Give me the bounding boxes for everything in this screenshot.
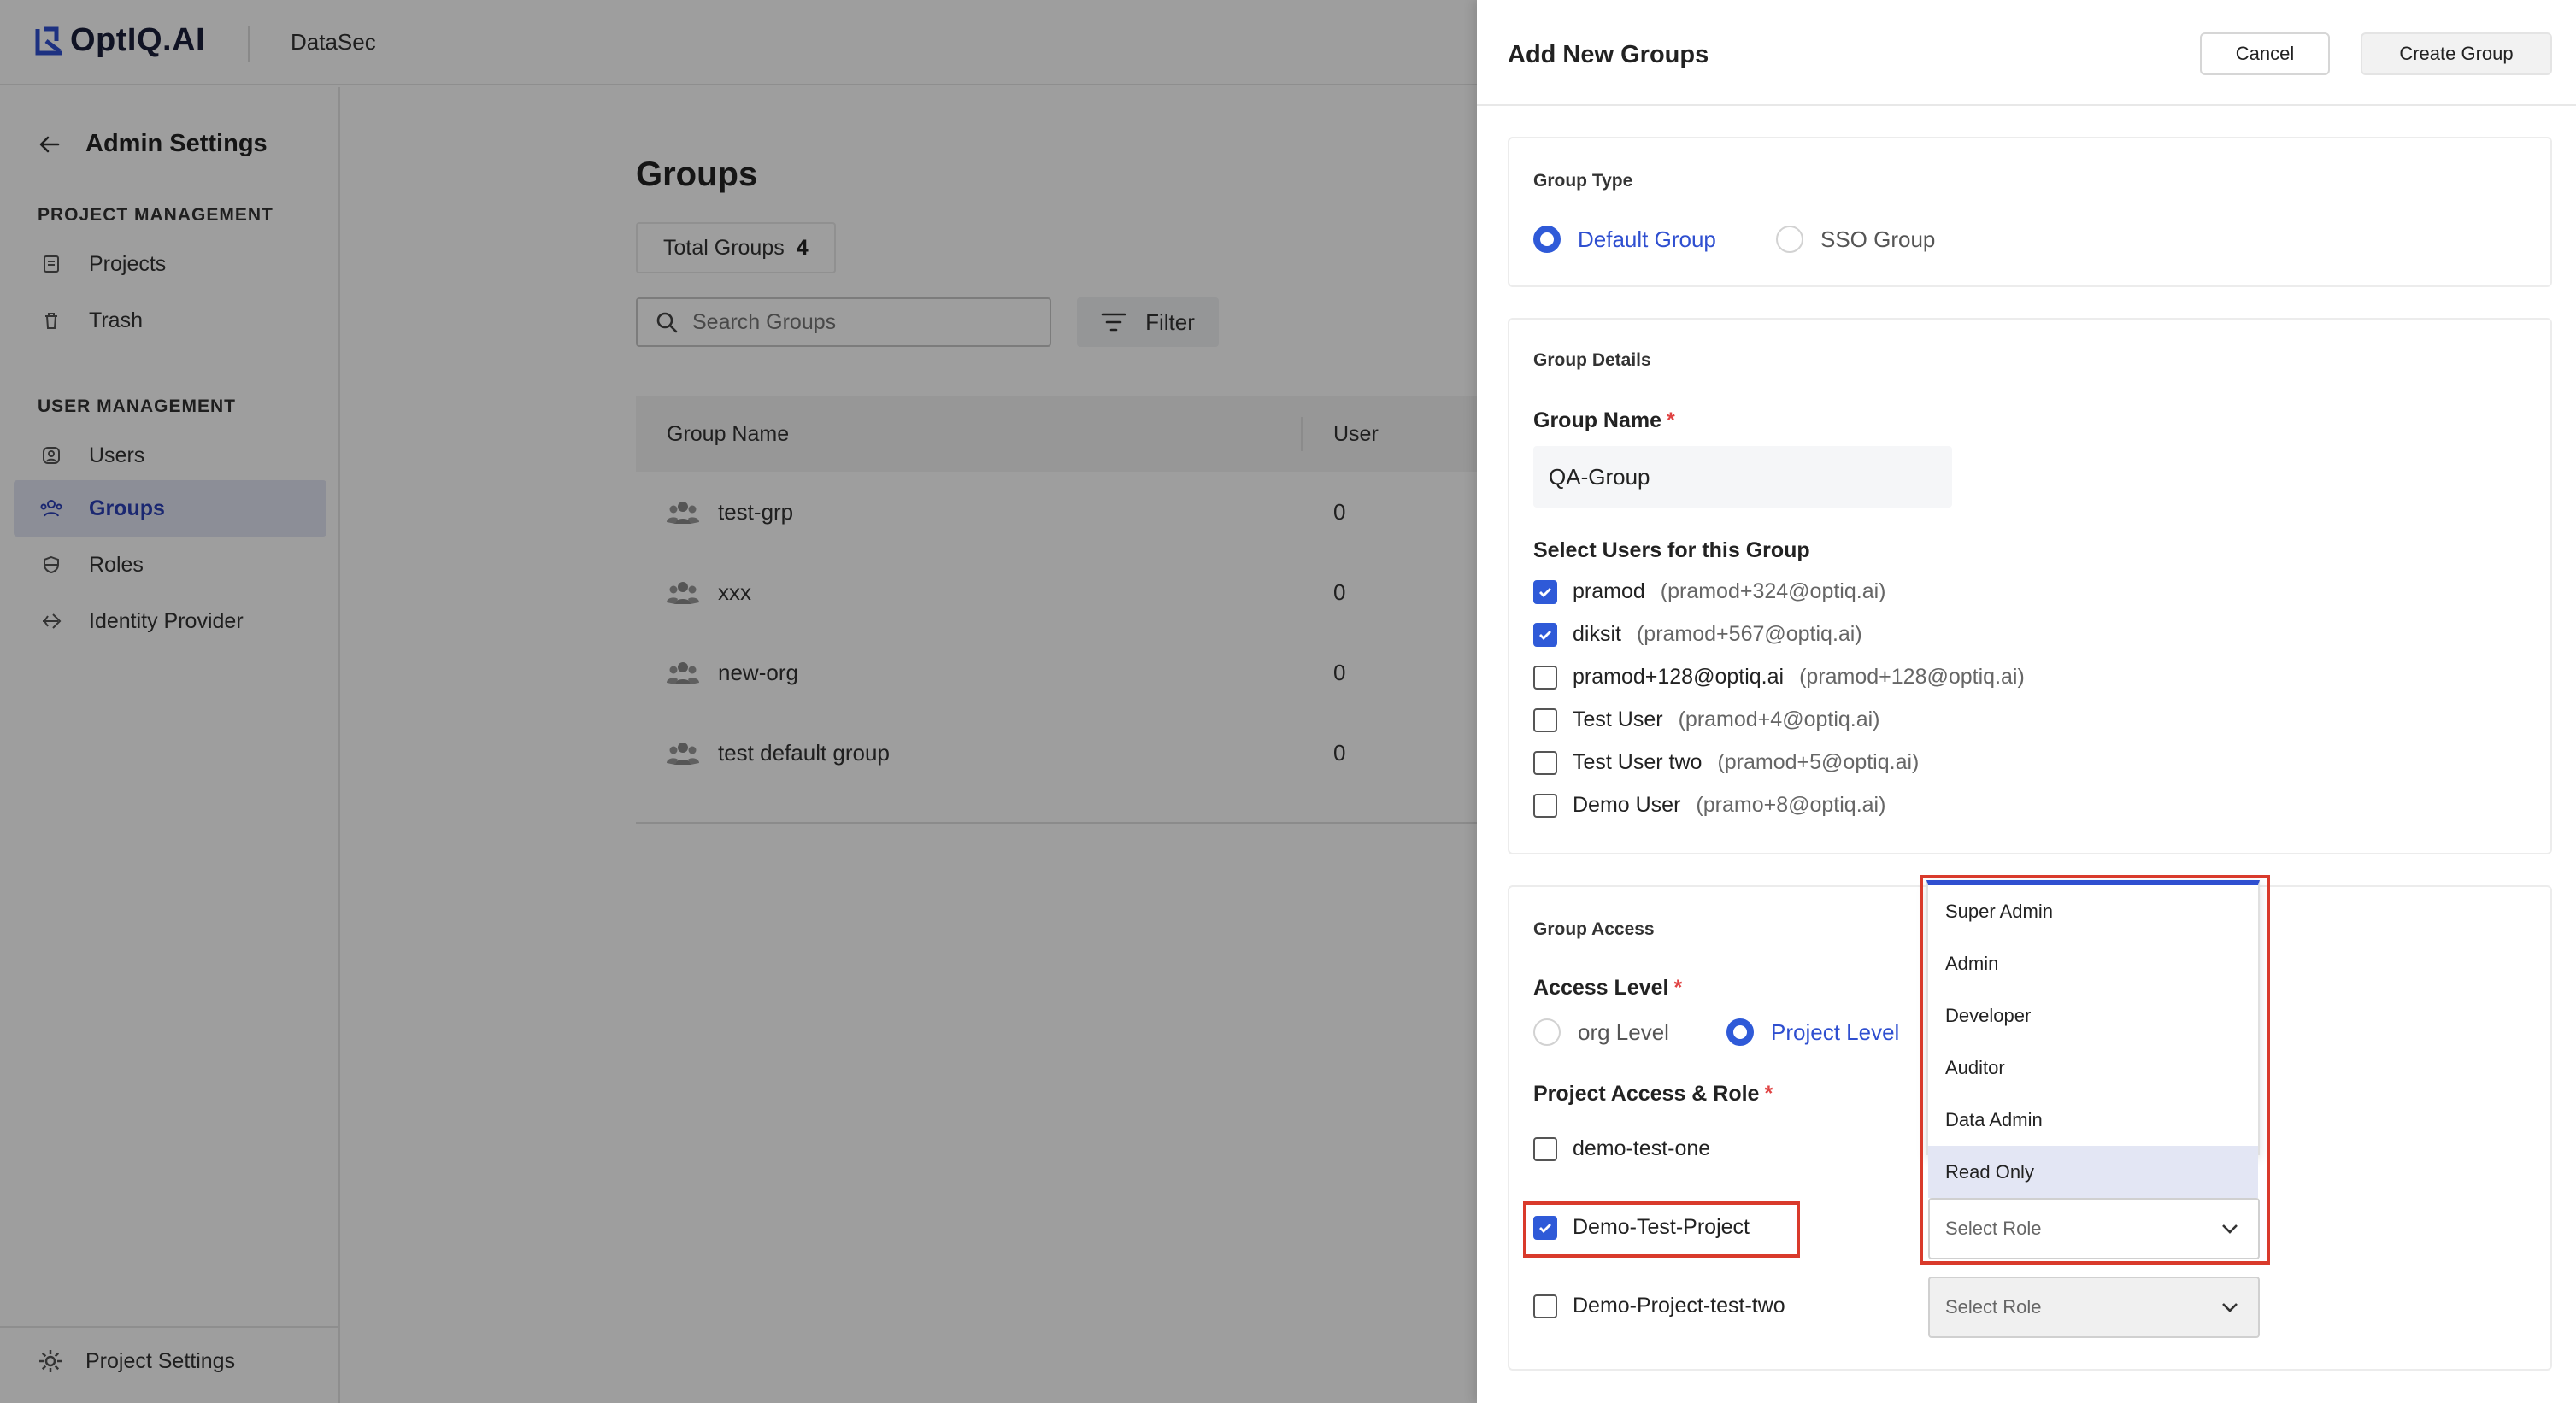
user-checkbox-row[interactable]: pramod+128@optiq.ai (pramod+128@optiq.ai… [1533, 665, 2025, 690]
drawer-title: Add New Groups [1508, 41, 1709, 68]
group-access-label: Group Access [1533, 919, 1655, 939]
group-type-card: Group Type Default Group SSO Group [1508, 137, 2552, 287]
user-name: Demo User [1573, 793, 1681, 817]
role-select-demo-project-test-two[interactable]: Select Role [1928, 1277, 2260, 1338]
user-name: Test User [1573, 707, 1663, 731]
radio-circle [1776, 226, 1803, 253]
user-name: Test User two [1573, 750, 1703, 774]
access-level-label: Access Level * [1533, 976, 1682, 1001]
user-name: pramod+128@optiq.ai [1573, 665, 1785, 689]
radio-circle [1726, 1018, 1754, 1046]
group-type-label: Group Type [1533, 171, 1633, 191]
user-email: (pramod+567@optiq.ai) [1636, 622, 1862, 646]
user-email: (pramod+324@optiq.ai) [1660, 579, 1886, 603]
select-users-label: Select Users for this Group [1533, 538, 1810, 562]
radio-circle [1533, 226, 1561, 253]
radio-default-group[interactable]: Default Group [1533, 226, 1716, 253]
check-icon [1539, 587, 1551, 597]
radio-circle [1533, 1018, 1561, 1046]
user-checkbox-row[interactable]: Test User (pramod+4@optiq.ai) [1533, 707, 1880, 732]
select-placeholder: Select Role [1945, 1296, 2042, 1318]
checkbox-checked[interactable] [1533, 579, 1557, 604]
user-checkbox-row[interactable]: Demo User (pramo+8@optiq.ai) [1533, 793, 1885, 818]
radio-project-level[interactable]: Project Level [1726, 1018, 1899, 1046]
radio-label: SSO Group [1820, 226, 1936, 252]
radio-label: org Level [1578, 1018, 1669, 1045]
user-name: diksit [1573, 622, 1621, 646]
cancel-button[interactable]: Cancel [2200, 32, 2330, 75]
annotation-highlight-role-dropdown [1920, 875, 2270, 1265]
required-marker: * [1673, 976, 1683, 1000]
user-email: (pramod+128@optiq.ai) [1799, 665, 2025, 689]
check-icon [1539, 630, 1551, 640]
user-email: (pramo+8@optiq.ai) [1696, 793, 1886, 817]
required-marker: * [1764, 1082, 1773, 1106]
user-checkbox-row[interactable]: diksit (pramod+567@optiq.ai) [1533, 622, 1862, 647]
user-checkbox-row[interactable]: Test User two (pramod+5@optiq.ai) [1533, 750, 1919, 775]
user-email: (pramod+5@optiq.ai) [1717, 750, 1920, 774]
checkbox-unchecked[interactable] [1533, 665, 1557, 690]
radio-label: Project Level [1771, 1018, 1900, 1045]
annotation-highlight-project [1523, 1201, 1800, 1258]
radio-org-level[interactable]: org Level [1533, 1018, 1669, 1046]
drawer-header: Add New Groups Cancel Create Group [1477, 0, 2576, 106]
group-details-label: Group Details [1533, 350, 1651, 370]
checkbox-unchecked[interactable] [1533, 1136, 1557, 1161]
radio-label: Default Group [1578, 226, 1716, 252]
checkbox-unchecked[interactable] [1533, 750, 1557, 775]
checkbox-unchecked[interactable] [1533, 1294, 1557, 1318]
project-checkbox-row[interactable]: Demo-Project-test-two [1533, 1294, 1785, 1318]
group-name-input[interactable] [1533, 446, 1952, 508]
checkbox-unchecked[interactable] [1533, 793, 1557, 818]
project-name: Demo-Project-test-two [1573, 1294, 1785, 1318]
group-name-label-text: Group Name [1533, 408, 1662, 432]
create-group-button[interactable]: Create Group [2361, 32, 2552, 75]
group-details-card: Group Details Group Name* Select Users f… [1508, 318, 2552, 854]
checkbox-unchecked[interactable] [1533, 707, 1557, 732]
project-name: demo-test-one [1573, 1136, 1711, 1160]
user-checkbox-row[interactable]: pramod (pramod+324@optiq.ai) [1533, 579, 1886, 604]
chevron-down-icon [2222, 1303, 2238, 1312]
access-level-label-text: Access Level [1533, 976, 1669, 1000]
required-marker: * [1667, 408, 1675, 432]
project-checkbox-row[interactable]: demo-test-one [1533, 1136, 1710, 1161]
group-name-label: Group Name * [1533, 408, 1675, 433]
user-name: pramod [1573, 579, 1645, 603]
radio-sso-group[interactable]: SSO Group [1776, 226, 1935, 253]
modal-overlay[interactable] [0, 0, 1477, 1403]
project-access-role-label: Project Access & Role * [1533, 1082, 1773, 1107]
user-email: (pramod+4@optiq.ai) [1678, 707, 1880, 731]
checkbox-checked[interactable] [1533, 622, 1557, 647]
project-access-role-label-text: Project Access & Role [1533, 1082, 1760, 1106]
